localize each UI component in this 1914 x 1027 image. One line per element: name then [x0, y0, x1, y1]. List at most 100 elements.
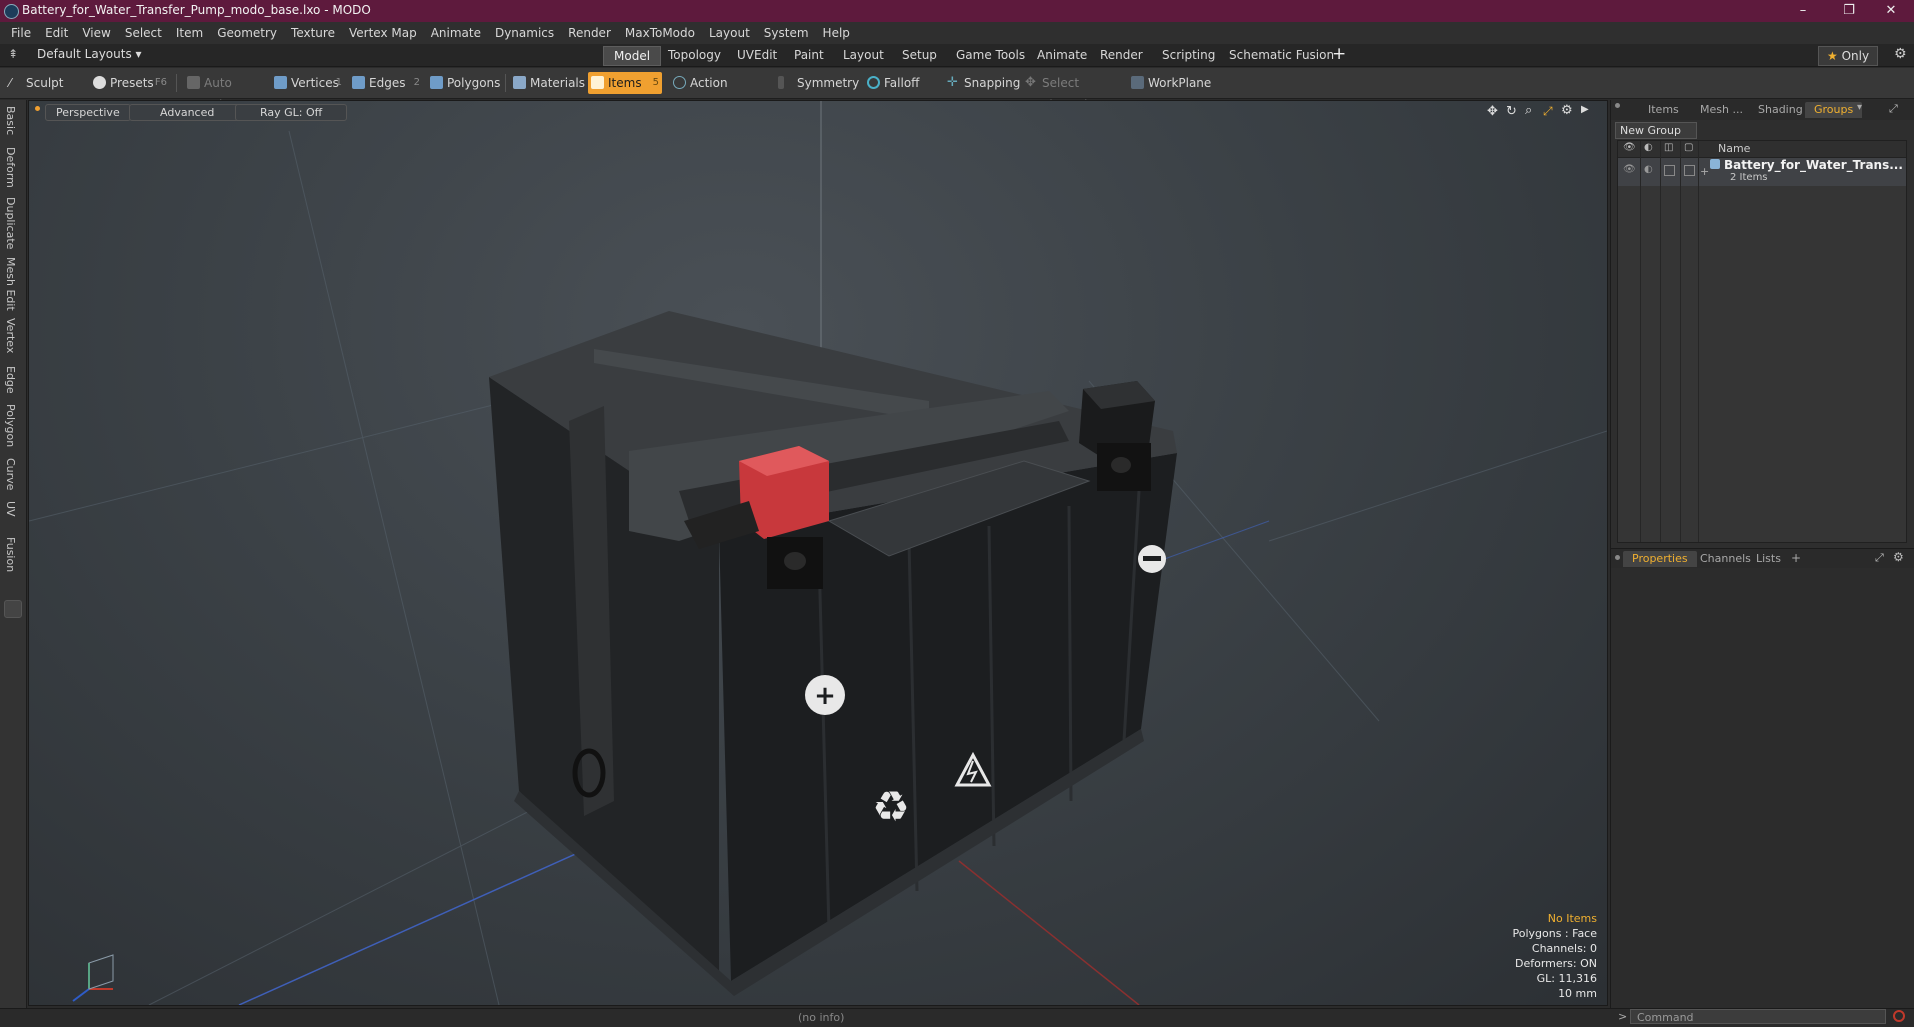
- materials-label: Materials: [530, 76, 586, 90]
- tab-setup[interactable]: Setup: [892, 46, 947, 64]
- select-through-icon: ✥: [1025, 75, 1036, 90]
- select-checkbox[interactable]: [1684, 165, 1695, 176]
- polygons-button[interactable]: Polygons: [427, 72, 501, 94]
- tab-scripting[interactable]: Scripting: [1152, 46, 1225, 64]
- tab-model[interactable]: Model: [603, 46, 662, 66]
- layout-collapse-icon[interactable]: ⇞: [8, 47, 18, 61]
- tool-tab-vertex[interactable]: Vertex: [4, 318, 17, 353]
- menu-vertex-map[interactable]: Vertex Map: [342, 22, 424, 44]
- menu-help[interactable]: Help: [816, 22, 857, 44]
- expand-icon[interactable]: +: [1700, 165, 1709, 178]
- snapping-button[interactable]: ✛ Snapping: [944, 72, 1030, 94]
- layouts-dropdown[interactable]: Default Layouts ▾: [37, 47, 142, 61]
- select-col-icon: ▢: [1684, 142, 1694, 153]
- menu-bar: File Edit View Select Item Geometry Texture Ver…: [0, 22, 1914, 44]
- tab-schematic-fusion[interactable]: Schematic Fusion: [1219, 46, 1344, 64]
- group-row[interactable]: 👁 ◐ + Battery_for_Water_Trans... 2 Items: [1618, 158, 1906, 186]
- tab-shading[interactable]: Shading: [1749, 102, 1812, 118]
- add-tab-button[interactable]: +: [1332, 44, 1346, 64]
- panel-menu-dot[interactable]: [1615, 103, 1620, 108]
- menu-texture[interactable]: Texture: [284, 22, 342, 44]
- menu-maxtomodo[interactable]: MaxToModo: [618, 22, 702, 44]
- group-name: Battery_for_Water_Trans...: [1724, 158, 1903, 172]
- menu-geometry[interactable]: Geometry: [210, 22, 284, 44]
- tab-paint[interactable]: Paint: [784, 46, 834, 64]
- tab-groups[interactable]: Groups: [1805, 102, 1863, 118]
- menu-dynamics[interactable]: Dynamics: [488, 22, 561, 44]
- add-tab-button[interactable]: +: [1791, 551, 1801, 565]
- new-group-button[interactable]: New Group: [1615, 122, 1697, 139]
- menu-item[interactable]: Item: [169, 22, 210, 44]
- palette-toggle[interactable]: [4, 600, 22, 618]
- tabs-dropdown-icon[interactable]: ▾: [1857, 102, 1862, 113]
- tool-tab-basic[interactable]: Basic: [4, 106, 17, 135]
- tab-items[interactable]: Items: [1639, 102, 1688, 118]
- only-toggle[interactable]: ★ Only: [1818, 46, 1879, 66]
- svg-text:+: +: [814, 681, 836, 711]
- items-button[interactable]: Items 5: [588, 72, 662, 94]
- record-icon[interactable]: [1893, 1010, 1905, 1022]
- tab-uvedit[interactable]: UVEdit: [727, 46, 787, 64]
- vertices-button[interactable]: Vertices 1: [271, 72, 345, 94]
- menu-animate[interactable]: Animate: [424, 22, 488, 44]
- symmetry-button[interactable]: Symmetry: [775, 72, 859, 94]
- tool-tab-deform[interactable]: Deform: [4, 147, 17, 188]
- close-button[interactable]: ✕: [1868, 0, 1914, 22]
- menu-layout[interactable]: Layout: [702, 22, 757, 44]
- menu-edit[interactable]: Edit: [38, 22, 75, 44]
- tab-lists[interactable]: Lists: [1747, 551, 1790, 567]
- tool-tab-polygon[interactable]: Polygon: [4, 404, 17, 447]
- main-toolbar: ⁄Sculpt PresetsF6 Auto Select Vertices1 …: [0, 68, 1914, 112]
- tool-tab-fusion[interactable]: Fusion: [4, 537, 17, 572]
- menu-system[interactable]: System: [757, 22, 816, 44]
- tab-mesh[interactable]: Mesh ...: [1691, 102, 1752, 118]
- tab-game-tools[interactable]: Game Tools: [946, 46, 1035, 64]
- window-title: Battery_for_Water_Transfer_Pump_modo_bas…: [22, 3, 371, 17]
- visibility-toggle-icon[interactable]: 👁: [1623, 164, 1636, 175]
- tab-topology[interactable]: Topology: [658, 46, 731, 64]
- falloff-button[interactable]: Falloff: [864, 72, 944, 94]
- layouts-dropdown-label: Default Layouts: [37, 47, 132, 61]
- properties-gear-icon[interactable]: ⚙: [1893, 550, 1904, 564]
- tab-render[interactable]: Render: [1090, 46, 1153, 64]
- maximize-button[interactable]: ❐: [1826, 0, 1872, 22]
- layout-tabs-bar: ⇞ Default Layouts ▾ Model Topology UVEdi…: [0, 44, 1914, 67]
- render-toggle-icon[interactable]: ◐: [1644, 164, 1653, 175]
- tab-properties[interactable]: Properties: [1623, 551, 1697, 567]
- tool-tab-curve[interactable]: Curve: [4, 458, 17, 490]
- command-input[interactable]: Command: [1630, 1009, 1886, 1024]
- vertices-icon: [274, 76, 287, 89]
- gear-icon[interactable]: ⚙: [1894, 46, 1907, 62]
- menu-file[interactable]: File: [0, 22, 38, 44]
- falloff-label: Falloff: [884, 76, 920, 90]
- hud-unit: 10 mm: [1558, 987, 1597, 1000]
- materials-button[interactable]: Materials: [510, 72, 590, 94]
- presets-button[interactable]: Presets F6: [90, 72, 170, 94]
- viewport-info-hud: No Items Polygons : Face Channels: 0 Def…: [1512, 911, 1597, 1001]
- tool-tab-edge[interactable]: Edge: [4, 366, 17, 394]
- menu-select[interactable]: Select: [118, 22, 169, 44]
- tool-tab-duplicate[interactable]: Duplicate: [4, 197, 17, 249]
- sculpt-button[interactable]: ⁄ Sculpt: [6, 72, 84, 94]
- properties-menu-dot[interactable]: [1615, 555, 1620, 560]
- tab-layout[interactable]: Layout: [833, 46, 894, 64]
- panel-maximize-icon[interactable]: ⤢: [1889, 102, 1898, 116]
- properties-maximize-icon[interactable]: ⤢: [1875, 551, 1884, 565]
- tool-tab-mesh-edit[interactable]: Mesh Edit: [4, 257, 17, 311]
- 3d-viewport[interactable]: Perspective Advanced Ray GL: Off ✥ ↻ ⌕ ⤢…: [28, 100, 1608, 1006]
- action-center-icon: [673, 76, 686, 89]
- menu-render[interactable]: Render: [561, 22, 618, 44]
- menu-view[interactable]: View: [75, 22, 117, 44]
- hud-polygons: Polygons : Face: [1512, 927, 1597, 940]
- edges-button[interactable]: Edges 2: [349, 72, 423, 94]
- tool-tab-uv[interactable]: UV: [4, 501, 17, 517]
- tab-animate[interactable]: Animate: [1027, 46, 1097, 64]
- lock-checkbox[interactable]: [1664, 165, 1675, 176]
- recycle-symbol-icon: ♻: [872, 782, 910, 831]
- action-center-button[interactable]: Action Center: [670, 72, 762, 112]
- select-through-button[interactable]: ✥Select Through: [1022, 72, 1122, 112]
- auto-select-button[interactable]: Auto Select: [184, 72, 266, 112]
- minimize-button[interactable]: –: [1780, 0, 1826, 22]
- status-info: (no info): [798, 1011, 845, 1024]
- workplane-button[interactable]: WorkPlane: [1128, 72, 1218, 94]
